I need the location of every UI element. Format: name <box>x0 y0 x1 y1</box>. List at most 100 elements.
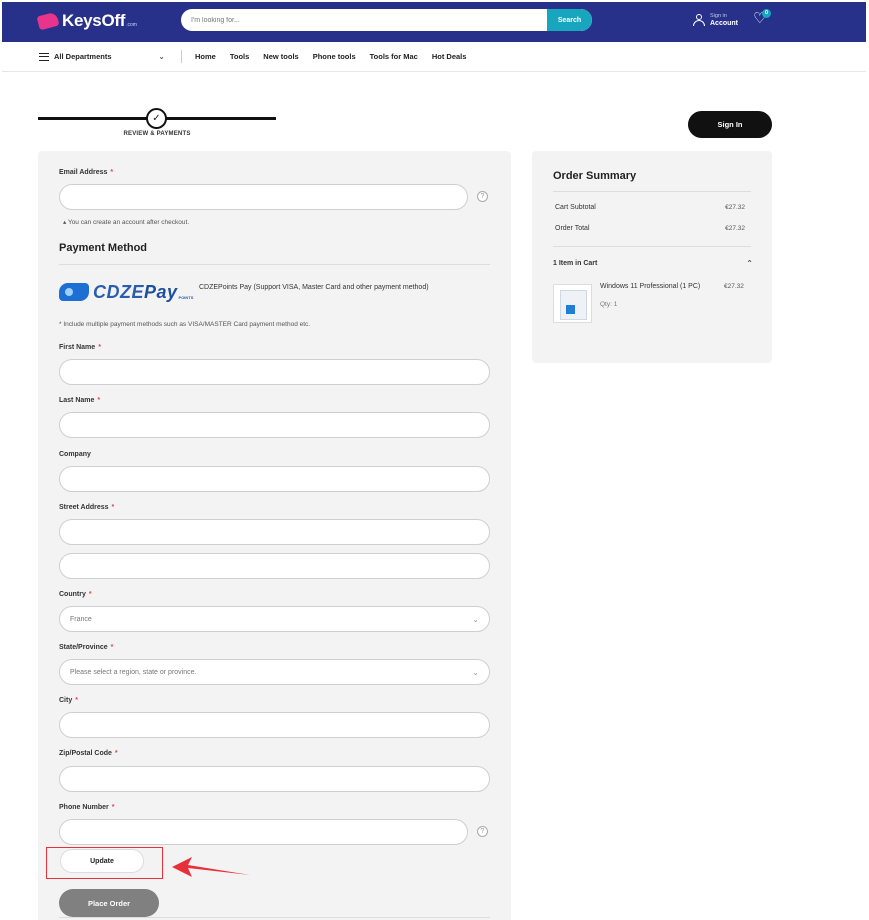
wishlist-button[interactable]: ♡ 0 <box>753 9 771 27</box>
search-button[interactable]: Search <box>547 9 592 31</box>
required-asterisk: * <box>75 697 78 704</box>
search-input[interactable] <box>181 9 547 31</box>
cdzepay-card-icon <box>59 283 89 301</box>
required-asterisk: * <box>110 169 114 176</box>
payment-note: * Include multiple payment methods such … <box>59 321 311 328</box>
zip-field[interactable] <box>59 766 490 792</box>
required-asterisk: * <box>97 397 101 404</box>
cart-subtotal-label: Cart Subtotal <box>555 204 596 211</box>
payment-option-cdzepay[interactable]: CDZEPay POINTS CDZEPoints Pay (Support V… <box>59 279 429 305</box>
street-address-label-text: Street Address <box>59 504 109 511</box>
account-note: ▴ You can create an account after checko… <box>63 219 190 226</box>
country-label-text: Country <box>59 591 86 598</box>
cart-item-price: €27.32 <box>724 283 744 290</box>
cart-item-name[interactable]: Windows 11 Professional (1 PC) <box>600 283 700 290</box>
phone-field[interactable] <box>59 819 468 845</box>
city-label-text: City <box>59 697 73 704</box>
first-name-label: First Name * <box>59 344 101 351</box>
logo-icon <box>36 11 60 31</box>
required-asterisk: * <box>98 344 101 351</box>
logo-text: KeysOff <box>62 11 126 30</box>
order-total-label: Order Total <box>555 225 590 232</box>
email-label-text: Email Address <box>59 169 108 176</box>
last-name-field[interactable] <box>59 412 490 438</box>
state-placeholder: Please select a region, state or provinc… <box>70 668 197 676</box>
checkout-form-panel: Email Address * ? ▴ You can create an acc… <box>38 151 511 920</box>
wishlist-count-badge: 0 <box>762 9 771 18</box>
main-navigation: All Departments ⌄ Home Tools New tools P… <box>2 42 866 72</box>
email-label: Email Address * <box>59 169 113 176</box>
required-asterisk: * <box>88 591 92 598</box>
payment-method-title: Payment Method <box>59 242 148 254</box>
sign-in-button[interactable]: Sign In <box>688 111 772 138</box>
country-label: Country * <box>59 591 92 598</box>
nav-link-new-tools[interactable]: New tools <box>263 52 298 61</box>
section-divider <box>553 191 751 192</box>
help-icon[interactable]: ? <box>477 191 488 202</box>
chevron-down-icon: ⌄ <box>472 667 479 677</box>
city-field[interactable] <box>59 712 490 738</box>
chevron-down-icon: ⌄ <box>472 614 479 624</box>
required-asterisk: * <box>114 750 118 757</box>
windows-logo-icon <box>566 305 575 314</box>
items-in-cart-toggle[interactable]: 1 Item in Cart ⌃ <box>553 259 753 268</box>
cdzepay-logo: CDZEPay POINTS <box>59 279 195 305</box>
order-summary-title: Order Summary <box>553 170 637 182</box>
nav-link-tools[interactable]: Tools <box>230 52 249 61</box>
phone-label-text: Phone Number <box>59 804 109 811</box>
all-departments-dropdown[interactable]: All Departments ⌄ <box>39 52 165 61</box>
nav-link-phone-tools[interactable]: Phone tools <box>313 52 356 61</box>
search-bar: Search <box>181 9 592 31</box>
order-total-row: Order Total €27.32 <box>555 225 745 232</box>
cdzepay-logo-text: CDZEPay <box>93 282 178 303</box>
street-address-line2-field[interactable] <box>59 553 490 579</box>
menu-icon <box>39 52 49 61</box>
zip-label: Zip/Postal Code * <box>59 750 118 757</box>
place-order-button[interactable]: Place Order <box>59 889 159 917</box>
cdzepay-logo-points: POINTS <box>178 294 194 300</box>
check-icon: ✓ <box>146 108 167 129</box>
country-value: France <box>70 615 92 623</box>
street-address-label: Street Address * <box>59 504 114 511</box>
phone-label: Phone Number * <box>59 804 115 811</box>
state-label: State/Province * <box>59 644 113 651</box>
product-thumbnail[interactable] <box>553 284 592 323</box>
city-label: City * <box>59 697 78 704</box>
site-logo[interactable]: KeysOff .com <box>36 11 137 31</box>
country-select[interactable]: France ⌄ <box>59 606 490 632</box>
first-name-field[interactable] <box>59 359 490 385</box>
account-label: Account <box>710 20 738 27</box>
account-signin-label: Sign in <box>710 13 727 19</box>
account-note-text: You can create an account after checkout… <box>67 219 190 226</box>
chevron-down-icon: ⌄ <box>158 52 165 61</box>
section-divider <box>59 264 490 265</box>
required-asterisk: * <box>110 644 114 651</box>
cart-subtotal-row: Cart Subtotal €27.32 <box>555 204 745 211</box>
order-summary-panel: Order Summary Cart Subtotal €27.32 Order… <box>532 151 772 363</box>
payment-description: CDZEPoints Pay (Support VISA, Master Car… <box>199 283 429 291</box>
account-text: Sign in Account <box>710 13 738 27</box>
help-icon[interactable]: ? <box>477 826 488 837</box>
last-name-label-text: Last Name <box>59 397 95 404</box>
first-name-label-text: First Name <box>59 344 96 351</box>
items-in-cart-label: 1 Item in Cart <box>553 260 598 267</box>
street-address-line1-field[interactable] <box>59 519 490 545</box>
chevron-up-icon: ⌃ <box>746 259 753 268</box>
nav-links: Home Tools New tools Phone tools Tools f… <box>195 52 480 61</box>
order-total-value: €27.32 <box>725 225 745 232</box>
state-label-text: State/Province <box>59 644 108 651</box>
email-field[interactable] <box>59 184 468 210</box>
site-header: KeysOff .com Search Sign in Account ♡ 0 <box>2 2 866 42</box>
company-label: Company <box>59 451 91 458</box>
step-label: REVIEW & PAYMENTS <box>123 131 191 137</box>
state-select[interactable]: Please select a region, state or provinc… <box>59 659 490 685</box>
nav-divider <box>181 50 182 63</box>
company-field[interactable] <box>59 466 490 492</box>
nav-link-home[interactable]: Home <box>195 52 216 61</box>
section-divider <box>553 246 751 247</box>
departments-label: All Departments <box>54 52 112 61</box>
account-link[interactable]: Sign in Account <box>693 13 738 27</box>
nav-link-tools-for-mac[interactable]: Tools for Mac <box>370 52 418 61</box>
nav-link-hot-deals[interactable]: Hot Deals <box>432 52 467 61</box>
cdzepay-logo-pay: Pay <box>144 281 178 302</box>
